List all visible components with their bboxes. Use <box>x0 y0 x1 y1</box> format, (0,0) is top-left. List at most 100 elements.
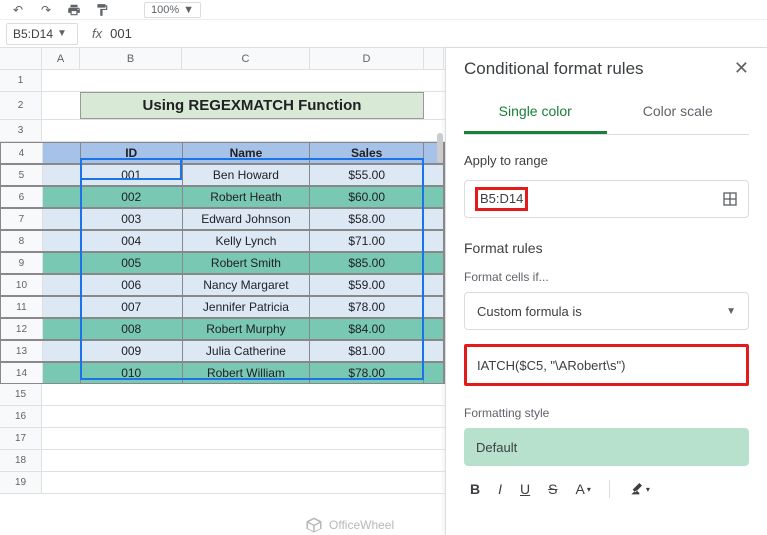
cell[interactable] <box>43 231 81 251</box>
cell[interactable] <box>182 450 310 471</box>
col-header[interactable] <box>424 48 444 69</box>
close-icon[interactable]: ✕ <box>734 58 749 79</box>
data-cell[interactable]: $84.00 <box>310 319 424 339</box>
style-preview[interactable]: Default <box>464 428 749 466</box>
cell[interactable] <box>310 472 424 493</box>
cell[interactable] <box>182 120 310 141</box>
grid-icon[interactable] <box>722 191 738 207</box>
name-box[interactable]: B5:D14 ▼ <box>6 23 78 45</box>
cell[interactable] <box>310 428 424 449</box>
cell[interactable] <box>424 384 444 405</box>
cell[interactable] <box>42 472 80 493</box>
data-cell[interactable]: $78.00 <box>310 363 424 383</box>
zoom-dropdown[interactable]: 100%▼ <box>144 2 201 18</box>
col-header[interactable]: B <box>80 48 182 69</box>
cell[interactable] <box>182 384 310 405</box>
cell[interactable] <box>42 428 80 449</box>
title-cell[interactable]: Using REGEXMATCH Function <box>80 92 424 119</box>
cell[interactable] <box>42 92 80 119</box>
data-cell[interactable]: $58.00 <box>310 209 424 229</box>
paint-format-icon[interactable] <box>94 2 110 18</box>
print-icon[interactable] <box>66 2 82 18</box>
row-header[interactable]: 16 <box>0 406 42 427</box>
data-cell[interactable]: 009 <box>81 341 183 361</box>
cell[interactable] <box>43 275 81 295</box>
cell[interactable] <box>43 297 81 317</box>
cell[interactable] <box>80 384 182 405</box>
row-header[interactable]: 17 <box>0 428 42 449</box>
cell[interactable] <box>42 450 80 471</box>
row-header[interactable]: 10 <box>1 275 43 295</box>
data-cell[interactable]: $78.00 <box>310 297 424 317</box>
cell[interactable] <box>43 363 81 383</box>
data-cell[interactable]: Robert Murphy <box>183 319 311 339</box>
cell[interactable] <box>42 406 80 427</box>
data-cell[interactable]: $81.00 <box>310 341 424 361</box>
cell[interactable] <box>310 450 424 471</box>
bold-button[interactable]: B <box>470 481 480 497</box>
select-all-corner[interactable] <box>0 48 42 69</box>
cell[interactable] <box>424 165 444 185</box>
cell[interactable] <box>424 319 444 339</box>
cell[interactable] <box>310 120 424 141</box>
cell[interactable] <box>42 384 80 405</box>
cell[interactable] <box>424 297 444 317</box>
cell[interactable] <box>80 450 182 471</box>
row-header[interactable]: 7 <box>1 209 43 229</box>
cell[interactable] <box>424 92 444 119</box>
fill-color-button[interactable]: ▾ <box>628 481 650 497</box>
header-cell[interactable]: ID <box>81 143 183 163</box>
header-cell[interactable]: Sales <box>310 143 424 163</box>
text-color-button[interactable]: A▾ <box>575 481 590 497</box>
data-cell[interactable]: 002 <box>81 187 183 207</box>
data-cell[interactable]: 010 <box>81 363 183 383</box>
row-header[interactable]: 3 <box>0 120 42 141</box>
data-cell[interactable]: Robert Heath <box>183 187 311 207</box>
cell[interactable] <box>424 187 444 207</box>
data-cell[interactable]: 003 <box>81 209 183 229</box>
row-header[interactable]: 6 <box>1 187 43 207</box>
cell[interactable] <box>80 472 182 493</box>
data-cell[interactable]: $60.00 <box>310 187 424 207</box>
formula-input[interactable]: IATCH($C5, "\ARobert\s") <box>464 344 749 386</box>
cell[interactable] <box>43 341 81 361</box>
redo-icon[interactable]: ↷ <box>38 2 54 18</box>
cell[interactable] <box>43 165 81 185</box>
data-cell[interactable]: $85.00 <box>310 253 424 273</box>
cell[interactable] <box>42 70 80 91</box>
row-header[interactable]: 19 <box>0 472 42 493</box>
row-header[interactable]: 5 <box>1 165 43 185</box>
cell[interactable] <box>182 428 310 449</box>
cell[interactable] <box>43 143 81 163</box>
cell[interactable] <box>43 209 81 229</box>
col-header[interactable]: A <box>42 48 80 69</box>
data-cell[interactable]: 001 <box>81 165 183 185</box>
row-header[interactable]: 11 <box>1 297 43 317</box>
tab-color-scale[interactable]: Color scale <box>607 93 750 134</box>
data-cell[interactable]: 006 <box>81 275 183 295</box>
row-header[interactable]: 1 <box>0 70 42 91</box>
cell[interactable] <box>310 406 424 427</box>
data-cell[interactable]: 008 <box>81 319 183 339</box>
col-header[interactable]: D <box>310 48 424 69</box>
data-cell[interactable]: $71.00 <box>310 231 424 251</box>
cell[interactable] <box>424 406 444 427</box>
cell[interactable] <box>310 70 424 91</box>
row-header[interactable]: 9 <box>1 253 43 273</box>
cell[interactable] <box>80 120 182 141</box>
undo-icon[interactable]: ↶ <box>10 2 26 18</box>
data-cell[interactable]: Jennifer Patricia <box>183 297 311 317</box>
cell[interactable] <box>80 406 182 427</box>
data-cell[interactable]: 004 <box>81 231 183 251</box>
tab-single-color[interactable]: Single color <box>464 93 607 134</box>
header-cell[interactable]: Name <box>183 143 311 163</box>
cell[interactable] <box>42 120 80 141</box>
cell[interactable] <box>43 319 81 339</box>
cell[interactable] <box>424 253 444 273</box>
strikethrough-button[interactable]: S <box>548 481 557 497</box>
row-header[interactable]: 8 <box>1 231 43 251</box>
data-cell[interactable]: 005 <box>81 253 183 273</box>
condition-dropdown[interactable]: Custom formula is ▼ <box>464 292 749 330</box>
cell[interactable] <box>424 275 444 295</box>
cell[interactable] <box>182 472 310 493</box>
